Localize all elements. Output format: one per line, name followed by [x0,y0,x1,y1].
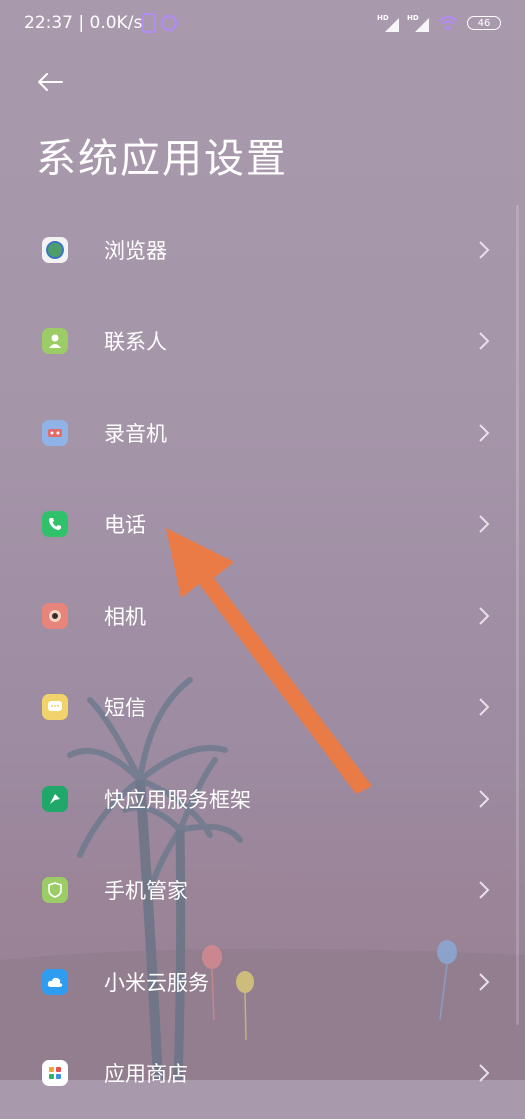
wifi-icon [437,14,459,32]
chevron-right-icon [477,879,491,901]
list-item-appstore[interactable]: 应用商店 [0,1028,525,1119]
list-item-browser[interactable]: 浏览器 [0,204,525,296]
list-item-label: 应用商店 [104,1058,188,1088]
list-item-label: 手机管家 [104,875,188,905]
list-item-label: 相机 [104,601,146,631]
signal-icon-2: HD [407,14,429,32]
list-item-phone[interactable]: 电话 [0,479,525,571]
list-item-label: 录音机 [104,418,167,448]
alarm-icon [160,14,178,32]
list-item-recorder[interactable]: 录音机 [0,387,525,479]
signal-icon-1: HD [377,14,399,32]
camera-icon [42,603,68,629]
chevron-right-icon [477,239,491,261]
chevron-right-icon [477,605,491,627]
list-item-label: 快应用服务框架 [104,784,251,814]
list-item-label: 小米云服务 [104,967,209,997]
back-arrow-icon [36,72,64,92]
security-icon [42,877,68,903]
quickapp-icon [42,786,68,812]
chevron-right-icon [477,971,491,993]
status-bar: 22:37 | 0.0K/s HD HD 46 [0,0,525,48]
app-settings-list: 浏览器 联系人 录音机 电话 相机 短信 [0,204,525,1119]
list-item-label: 电话 [104,509,146,539]
list-item-security[interactable]: 手机管家 [0,845,525,937]
list-item-quickapp[interactable]: 快应用服务框架 [0,753,525,845]
list-item-camera[interactable]: 相机 [0,570,525,662]
status-time: 22:37 | 0.0K/s [24,13,142,33]
chevron-right-icon [477,330,491,352]
notification-icon [142,13,156,33]
appstore-icon [42,1060,68,1086]
list-item-label: 联系人 [104,326,167,356]
page-title: 系统应用设置 [36,126,288,184]
list-item-cloud[interactable]: 小米云服务 [0,936,525,1028]
chevron-right-icon [477,513,491,535]
cloud-icon [42,969,68,995]
list-item-sms[interactable]: 短信 [0,662,525,754]
recorder-icon [42,420,68,446]
browser-icon [42,237,68,263]
chevron-right-icon [477,788,491,810]
battery-indicator: 46 [467,16,501,30]
list-item-contacts[interactable]: 联系人 [0,296,525,388]
sms-icon [42,694,68,720]
list-item-label: 短信 [104,692,146,722]
back-button[interactable] [34,66,66,98]
contacts-icon [42,328,68,354]
phone-icon [42,511,68,537]
chevron-right-icon [477,1062,491,1084]
chevron-right-icon [477,422,491,444]
list-item-label: 浏览器 [104,235,167,265]
chevron-right-icon [477,696,491,718]
